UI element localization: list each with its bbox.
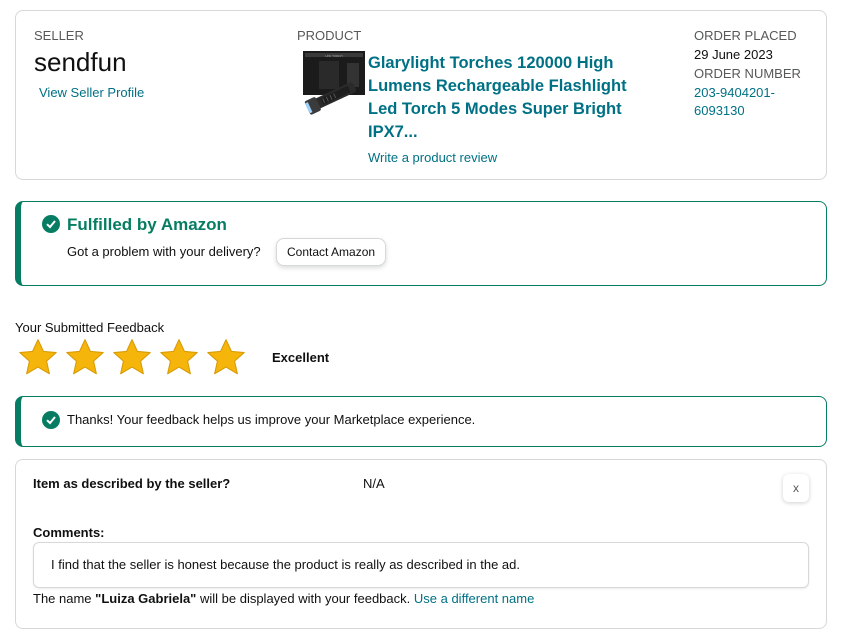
thanks-message: Thanks! Your feedback helps us improve y…: [67, 412, 476, 427]
star-icon[interactable]: [158, 337, 200, 379]
item-as-described-question: Item as described by the seller?: [33, 476, 231, 491]
display-name-prefix: The name: [33, 591, 96, 606]
order-placed-value: 29 June 2023: [694, 47, 773, 62]
display-name-suffix: will be displayed with your feedback.: [196, 591, 414, 606]
fulfillment-title: Fulfilled by Amazon: [67, 215, 227, 234]
display-name: "Luiza Gabriela": [95, 591, 197, 606]
item-as-described-answer: N/A: [363, 476, 385, 491]
product-image[interactable]: LED TORCH: [297, 47, 369, 119]
feedback-detail-card: Item as described by the seller? N/A x C…: [15, 459, 827, 629]
order-placed-label: ORDER PLACED: [694, 28, 797, 43]
order-summary-card: SELLER sendfun View Seller Profile PRODU…: [15, 10, 827, 180]
view-seller-profile-link[interactable]: View Seller Profile: [39, 85, 144, 100]
rating-text: Excellent: [272, 350, 330, 365]
check-circle-icon: [42, 215, 60, 233]
contact-amazon-button[interactable]: Contact Amazon: [276, 238, 387, 266]
seller-name: sendfun: [34, 47, 127, 77]
use-different-name-link[interactable]: Use a different name: [414, 591, 534, 606]
product-label: PRODUCT: [297, 28, 362, 43]
thanks-feedback-alert: Thanks! Your feedback helps us improve y…: [15, 396, 827, 447]
comments-label: Comments:: [33, 525, 105, 540]
display-name-line: The name "Luiza Gabriela" will be displa…: [33, 591, 534, 606]
seller-label: SELLER: [34, 28, 84, 43]
product-title-link[interactable]: Glarylight Torches 120000 High Lumens Re…: [368, 52, 638, 144]
delivery-problem-text: Got a problem with your delivery?: [67, 244, 261, 259]
fulfilled-by-amazon-alert: Fulfilled by Amazon Got a problem with y…: [15, 201, 827, 286]
star-icon[interactable]: [64, 337, 106, 379]
write-product-review-link[interactable]: Write a product review: [368, 150, 497, 165]
star-icon[interactable]: [17, 337, 59, 379]
order-number-label: ORDER NUMBER: [694, 66, 801, 81]
star-icon[interactable]: [205, 337, 247, 379]
close-icon[interactable]: x: [783, 474, 809, 502]
star-rating[interactable]: [17, 337, 247, 379]
svg-text:LED TORCH: LED TORCH: [325, 54, 342, 58]
star-icon[interactable]: [111, 337, 153, 379]
check-circle-icon: [42, 411, 60, 429]
submitted-feedback-label: Your Submitted Feedback: [15, 320, 165, 335]
comment-text-box: I find that the seller is honest because…: [33, 542, 809, 588]
order-number-link[interactable]: 203-9404201-6093130: [694, 84, 794, 120]
